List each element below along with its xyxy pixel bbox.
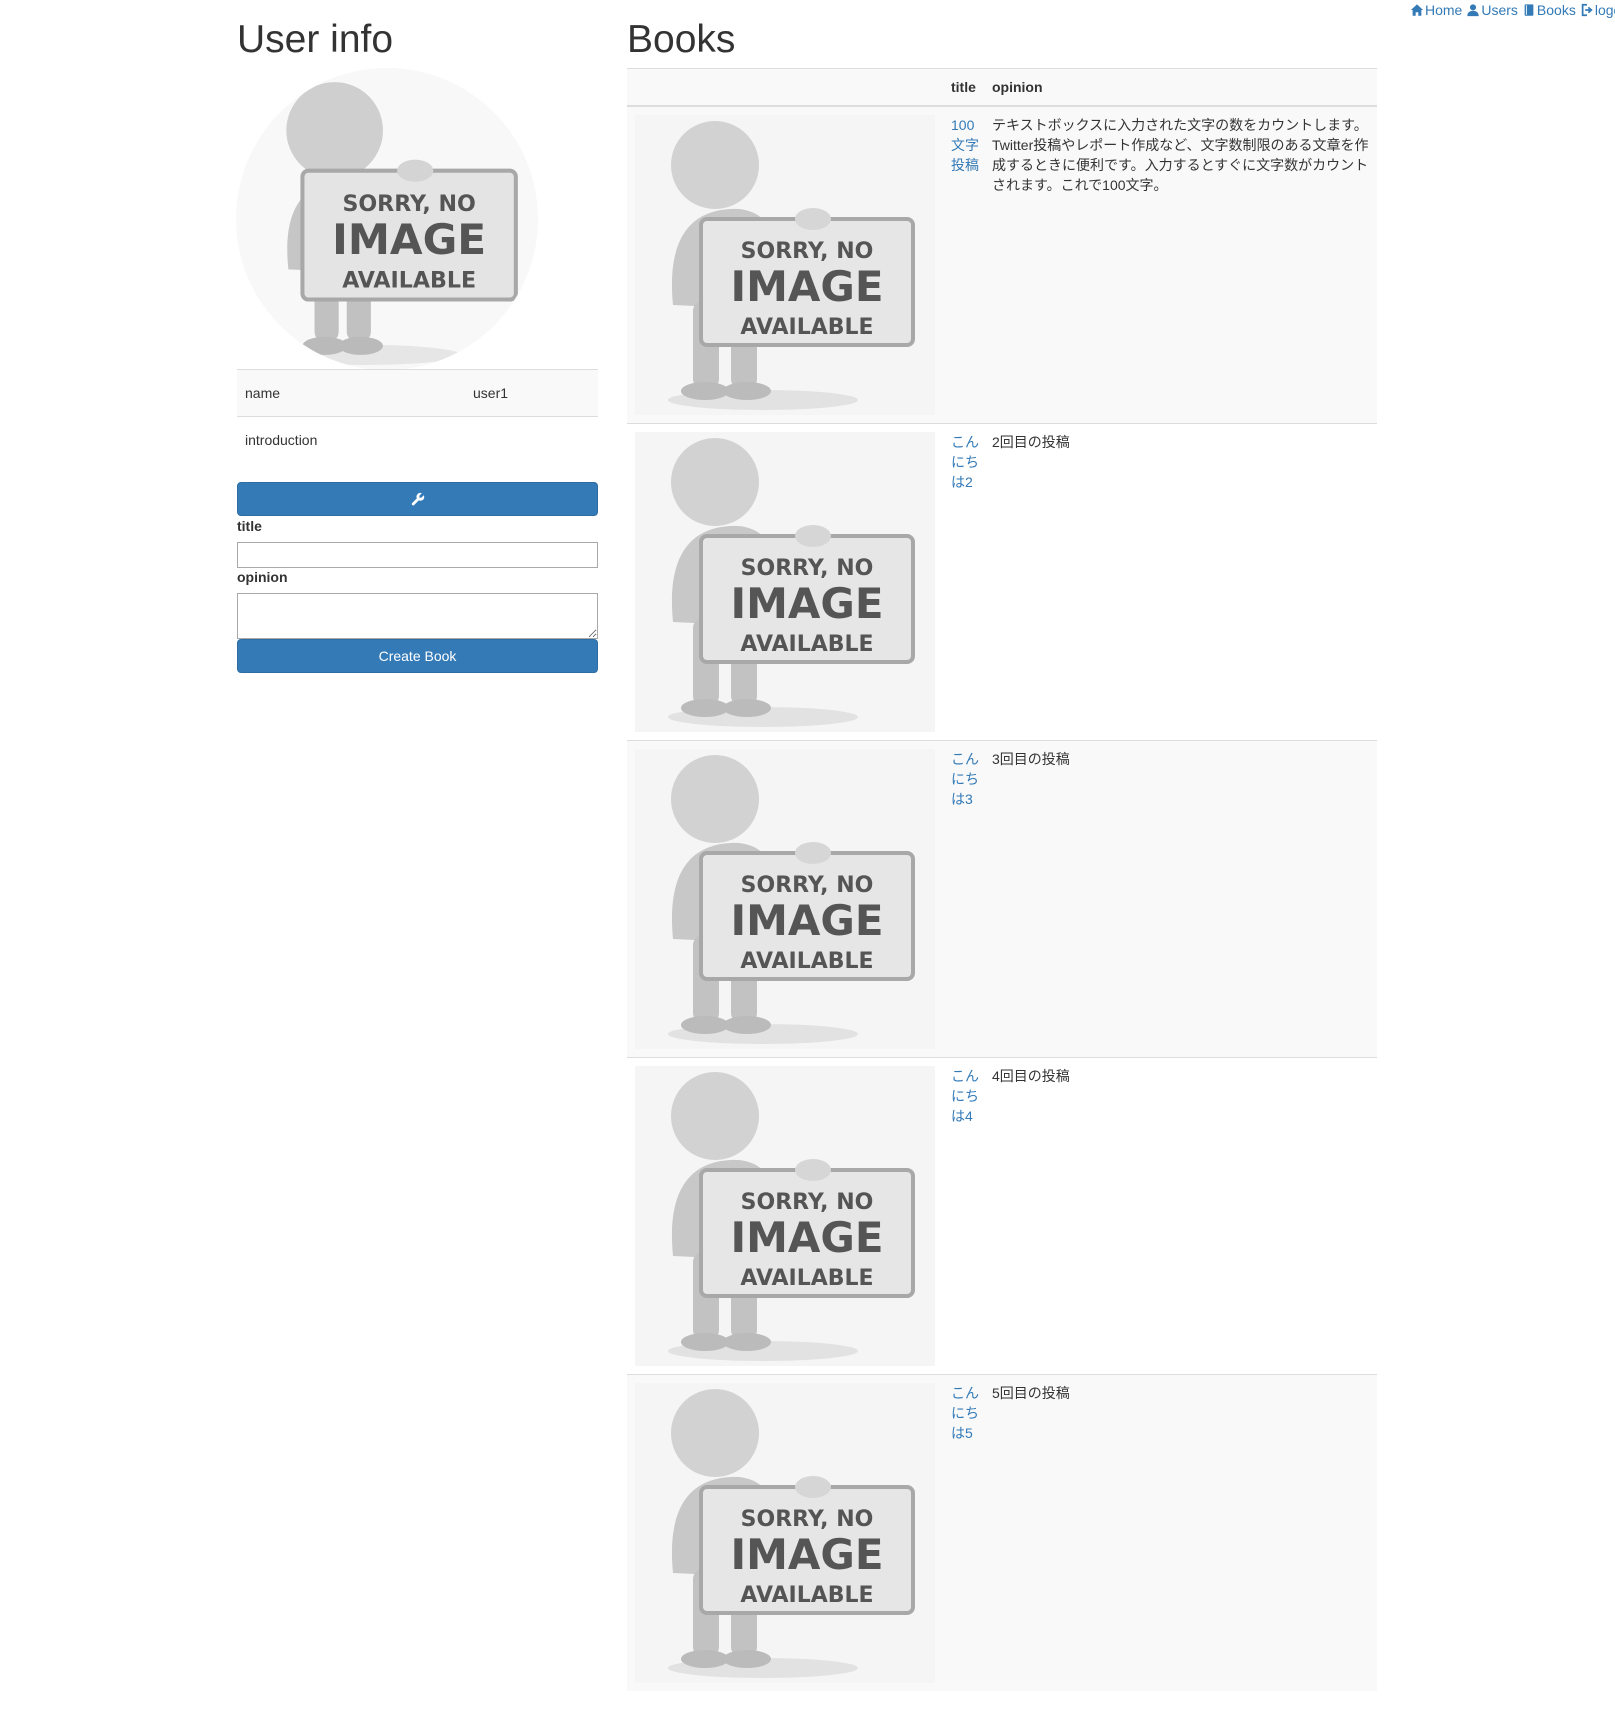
- book-image-cell: SORRY, NO IMAGE AVAILABLE: [627, 105, 943, 424]
- nav-logout-label: logout: [1594, 2, 1615, 18]
- svg-text:IMAGE: IMAGE: [730, 896, 883, 945]
- book-opinion: テキストボックスに入力された文字の数をカウントします。 Twitter投稿やレポ…: [984, 105, 1377, 424]
- title-label: title: [237, 518, 262, 534]
- name-label: name: [237, 369, 465, 417]
- book-opinion: 5回目の投稿: [984, 1374, 1377, 1691]
- no-image-placeholder: SORRY, NO IMAGE AVAILABLE: [635, 1383, 935, 1683]
- book-title-cell: こんにちは4: [943, 1057, 984, 1375]
- book-title-link[interactable]: こんにちは3: [951, 751, 979, 807]
- logout-icon: [1580, 3, 1594, 17]
- book-opinion: 3回目の投稿: [984, 740, 1377, 1058]
- svg-text:SORRY, NO: SORRY, NO: [741, 873, 874, 898]
- user-icon: [1466, 3, 1480, 17]
- no-image-placeholder: SORRY, NO IMAGE AVAILABLE: [635, 1066, 935, 1366]
- svg-text:SORRY, NO: SORRY, NO: [342, 191, 475, 217]
- book-row: SORRY, NO IMAGE AVAILABLE こんにちは5 5回目の投稿: [627, 1374, 1377, 1691]
- book-image[interactable]: SORRY, NO IMAGE AVAILABLE: [635, 749, 935, 1049]
- book-title-cell: こんにちは5: [943, 1374, 984, 1691]
- opinion-column-header: opinion: [984, 68, 1377, 107]
- book-row: SORRY, NO IMAGE AVAILABLE こんにちは2 2回目の投稿: [627, 423, 1377, 741]
- book-opinion: 2回目の投稿: [984, 423, 1377, 741]
- svg-text:IMAGE: IMAGE: [332, 215, 486, 264]
- nav-home-link[interactable]: Home: [1410, 1, 1462, 19]
- no-image-placeholder: SORRY, NO IMAGE AVAILABLE: [635, 115, 935, 415]
- svg-text:AVAILABLE: AVAILABLE: [740, 632, 873, 657]
- svg-text:AVAILABLE: AVAILABLE: [740, 949, 873, 974]
- book-row: SORRY, NO IMAGE AVAILABLE こんにちは4 4回目の投稿: [627, 1057, 1377, 1375]
- title-column-header: title: [943, 68, 984, 107]
- book-title-cell: こんにちは3: [943, 740, 984, 1058]
- book-title-link[interactable]: 100文字投稿: [951, 117, 979, 173]
- wrench-icon: [410, 491, 426, 507]
- image-column-header: [627, 68, 943, 107]
- no-image-placeholder: SORRY, NO IMAGE AVAILABLE: [236, 68, 538, 370]
- book-title-link[interactable]: こんにちは2: [951, 434, 979, 490]
- opinion-textarea[interactable]: [237, 593, 598, 639]
- user-info-table: name user1 introduction: [237, 369, 598, 463]
- no-image-placeholder: SORRY, NO IMAGE AVAILABLE: [635, 749, 935, 1049]
- svg-text:SORRY, NO: SORRY, NO: [741, 1507, 874, 1532]
- svg-text:SORRY, NO: SORRY, NO: [741, 1190, 874, 1215]
- svg-text:SORRY, NO: SORRY, NO: [741, 239, 874, 264]
- svg-text:AVAILABLE: AVAILABLE: [740, 1583, 873, 1608]
- svg-text:IMAGE: IMAGE: [730, 262, 883, 311]
- table-header-row: title opinion: [627, 68, 1377, 107]
- book-icon: [1522, 3, 1536, 17]
- svg-text:AVAILABLE: AVAILABLE: [740, 315, 873, 340]
- create-book-button[interactable]: Create Book: [237, 639, 598, 673]
- nav-books-label: Books: [1536, 2, 1576, 18]
- svg-text:IMAGE: IMAGE: [730, 1213, 883, 1262]
- svg-text:AVAILABLE: AVAILABLE: [342, 267, 476, 293]
- table-row: introduction: [237, 416, 598, 463]
- books-table: title opinion SORRY, NO IMAGE AVAILABLE …: [627, 68, 1377, 1691]
- book-title-cell: 100文字投稿: [943, 105, 984, 424]
- nav-users-link[interactable]: Users: [1466, 1, 1518, 19]
- svg-text:IMAGE: IMAGE: [730, 1530, 883, 1579]
- book-opinion: 4回目の投稿: [984, 1057, 1377, 1375]
- book-title-link[interactable]: こんにちは4: [951, 1068, 979, 1124]
- no-image-placeholder: SORRY, NO IMAGE AVAILABLE: [635, 432, 935, 732]
- opinion-label: opinion: [237, 569, 288, 585]
- edit-user-button[interactable]: [237, 482, 598, 516]
- book-image-cell: SORRY, NO IMAGE AVAILABLE: [627, 1057, 943, 1375]
- book-row: SORRY, NO IMAGE AVAILABLE こんにちは3 3回目の投稿: [627, 740, 1377, 1058]
- introduction-label: introduction: [237, 416, 465, 463]
- nav-home-label: Home: [1425, 2, 1463, 18]
- book-image[interactable]: SORRY, NO IMAGE AVAILABLE: [635, 115, 935, 415]
- svg-text:AVAILABLE: AVAILABLE: [740, 1266, 873, 1291]
- top-nav: Home Users Books logout: [1410, 1, 1615, 19]
- book-image[interactable]: SORRY, NO IMAGE AVAILABLE: [635, 432, 935, 732]
- svg-text:SORRY, NO: SORRY, NO: [741, 556, 874, 581]
- nav-books-link[interactable]: Books: [1522, 1, 1576, 19]
- book-image[interactable]: SORRY, NO IMAGE AVAILABLE: [635, 1383, 935, 1683]
- book-image[interactable]: SORRY, NO IMAGE AVAILABLE: [635, 1066, 935, 1366]
- name-value: user1: [465, 369, 598, 417]
- books-heading: Books: [627, 18, 736, 61]
- book-title-link[interactable]: こんにちは5: [951, 1385, 979, 1441]
- title-input[interactable]: [237, 542, 598, 568]
- nav-users-label: Users: [1481, 2, 1518, 18]
- nav-logout-link[interactable]: logout: [1580, 1, 1615, 19]
- home-icon: [1410, 3, 1424, 17]
- svg-text:IMAGE: IMAGE: [730, 579, 883, 628]
- user-avatar: SORRY, NO IMAGE AVAILABLE: [236, 68, 538, 370]
- book-row: SORRY, NO IMAGE AVAILABLE 100文字投稿 テキストボッ…: [627, 105, 1377, 424]
- book-image-cell: SORRY, NO IMAGE AVAILABLE: [627, 1374, 943, 1691]
- book-title-cell: こんにちは2: [943, 423, 984, 741]
- introduction-value: [465, 416, 598, 463]
- book-image-cell: SORRY, NO IMAGE AVAILABLE: [627, 423, 943, 741]
- user-info-heading: User info: [237, 18, 394, 61]
- book-image-cell: SORRY, NO IMAGE AVAILABLE: [627, 740, 943, 1058]
- table-row: name user1: [237, 369, 598, 417]
